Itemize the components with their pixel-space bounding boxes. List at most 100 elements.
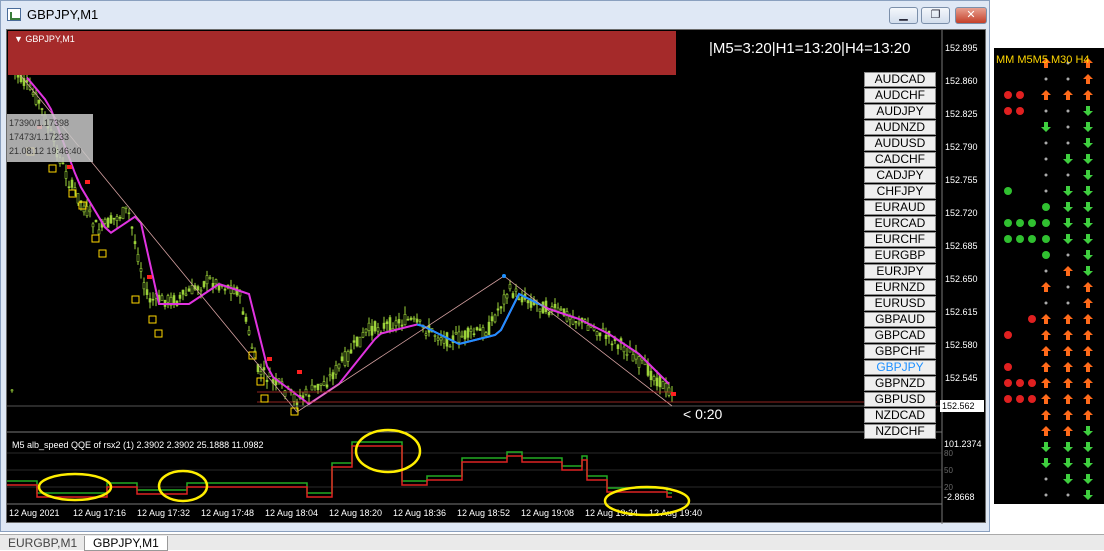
symbol-button-gbpaud[interactable]: GBPAUD: [864, 312, 936, 327]
down-arrow-icon: [1083, 106, 1093, 116]
neutral-dot: [1044, 189, 1048, 193]
candle-body: [403, 314, 407, 326]
chart-symbol-label[interactable]: ▼ GBPJPY,M1: [14, 34, 75, 44]
signal-dot-marker: [85, 180, 90, 184]
candle-body: [622, 346, 626, 353]
candle-body: [190, 285, 194, 295]
candle-body: [595, 331, 599, 336]
candle-body: [541, 301, 545, 314]
up-arrow-icon: [1041, 346, 1051, 356]
up-arrow-icon: [1063, 266, 1073, 276]
candle-body: [574, 321, 578, 323]
price-chart[interactable]: 152.895 152.860 152.825 152.790 152.755 152.7…: [6, 29, 986, 524]
candle-body: [472, 333, 476, 336]
symbol-button-gbpusd[interactable]: GBPUSD: [864, 392, 936, 407]
symbol-button-euraud[interactable]: EURAUD: [864, 200, 936, 215]
up-arrow-icon: [1041, 282, 1051, 292]
candle-body: [586, 324, 590, 331]
down-arrow-icon: [1083, 202, 1093, 212]
symbol-button-audusd[interactable]: AUDUSD: [864, 136, 936, 151]
symbol-button-nzdcad[interactable]: NZDCAD: [864, 408, 936, 423]
symbol-button-audchf[interactable]: AUDCHF: [864, 88, 936, 103]
indicator-max-label: 101.2374: [944, 439, 982, 449]
symbol-button-eurgbp[interactable]: EURGBP: [864, 248, 936, 263]
symbol-switcher: AUDCAD AUDCHF AUDJPY AUDNZD AUDUSD CADCHF CADJ…: [864, 72, 936, 440]
up-arrow-icon: [1083, 330, 1093, 340]
candle-body: [187, 288, 191, 292]
candle-body: [409, 317, 413, 320]
symbol-button-gbpcad[interactable]: GBPCAD: [864, 328, 936, 343]
title-bar[interactable]: GBPJPY,M1 ▁ ❐ ✕: [1, 1, 989, 29]
symbol-button-eurusd[interactable]: EURUSD: [864, 296, 936, 311]
candle-body: [325, 384, 329, 388]
candle-body: [199, 289, 203, 292]
price-axis-label: 152.790: [945, 142, 978, 152]
symbol-button-audjpy[interactable]: AUDJPY: [864, 104, 936, 119]
down-arrow-icon: [1041, 442, 1051, 452]
candle-body: [469, 328, 473, 332]
time-axis-label: 12 Aug 19:40: [649, 508, 702, 518]
candle-body: [625, 353, 629, 356]
candle-body: [250, 346, 254, 349]
symbol-button-audcad[interactable]: AUDCAD: [864, 72, 936, 87]
candle-body: [310, 384, 314, 391]
chart-app-icon: [7, 8, 21, 21]
symbol-button-cadjpy[interactable]: CADJPY: [864, 168, 936, 183]
symbol-button-cadchf[interactable]: CADCHF: [864, 152, 936, 167]
candle-body: [505, 294, 509, 299]
close-button[interactable]: ✕: [955, 7, 987, 24]
signal-dot-marker: [267, 357, 272, 361]
candle-body: [526, 300, 530, 304]
candle-body: [361, 332, 365, 338]
symbol-text: GBPJPY,M1: [25, 34, 75, 44]
candle-body: [499, 306, 503, 309]
candle-body: [265, 379, 269, 382]
green-signal-dot: [1004, 219, 1012, 227]
candle-body: [412, 317, 416, 320]
minimize-button[interactable]: ▁: [889, 7, 918, 24]
annotation-circle: [157, 469, 209, 503]
up-arrow-icon: [1063, 378, 1073, 388]
symbol-button-audnzd[interactable]: AUDNZD: [864, 120, 936, 135]
candle-body: [217, 284, 221, 291]
red-signal-dot: [1016, 395, 1024, 403]
neutral-dot: [1044, 493, 1048, 497]
down-arrow-icon: [1041, 122, 1051, 132]
symbol-button-eurcad[interactable]: EURCAD: [864, 216, 936, 231]
annotation-circle: [603, 485, 691, 517]
price-axis-label: 152.895: [945, 43, 978, 53]
symbol-button-eurjpy[interactable]: EURJPY: [864, 264, 936, 279]
tab-eurgbp[interactable]: EURGBP,M1: [0, 536, 85, 551]
up-arrow-icon: [1083, 282, 1093, 292]
symbol-button-gbpchf[interactable]: GBPCHF: [864, 344, 936, 359]
time-axis-label: 12 Aug 18:36: [393, 508, 446, 518]
symbol-button-gbpjpy[interactable]: GBPJPY: [864, 360, 936, 375]
time-axis-label: 12 Aug 17:48: [201, 508, 254, 518]
candle-body: [214, 279, 218, 285]
candle-body: [118, 216, 122, 219]
neutral-dot: [1066, 141, 1070, 145]
symbol-button-eurnzd[interactable]: EURNZD: [864, 280, 936, 295]
candle-body: [316, 383, 320, 391]
candle-body: [364, 328, 368, 333]
candle-body: [136, 254, 140, 262]
green-signal-dot: [1042, 251, 1050, 259]
restore-button[interactable]: ❐: [921, 7, 950, 24]
tab-gbpjpy[interactable]: GBPJPY,M1: [84, 536, 168, 551]
symbol-button-chfjpy[interactable]: CHFJPY: [864, 184, 936, 199]
symbol-button-eurchf[interactable]: EURCHF: [864, 232, 936, 247]
red-signal-dot: [1016, 379, 1024, 387]
signal-box-marker: [260, 394, 269, 403]
candle-body: [124, 206, 128, 209]
down-arrow-icon: [1083, 234, 1093, 244]
candle-body: [481, 327, 485, 338]
symbol-button-nzdchf[interactable]: NZDCHF: [864, 424, 936, 439]
candle-body: [448, 345, 452, 348]
candle-body: [538, 308, 542, 313]
candle-body: [178, 294, 182, 299]
price-axis-label: 152.545: [945, 373, 978, 383]
down-arrow-icon: [1063, 234, 1073, 244]
candle-body: [376, 327, 380, 332]
symbol-button-gbpnzd[interactable]: GBPNZD: [864, 376, 936, 391]
window-title: GBPJPY,M1: [27, 7, 99, 22]
